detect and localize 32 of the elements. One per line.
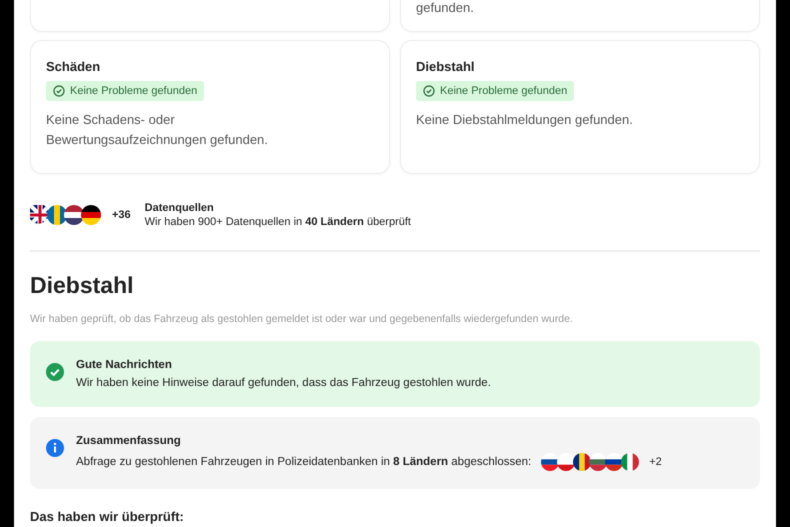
- more-count: +2: [649, 456, 662, 468]
- notice-text: Wir haben keine Hinweise darauf gefunden, dass das Fahrzeug gestohlen wurde.: [76, 377, 491, 389]
- flag-icon: [605, 453, 624, 471]
- flag-icon: [589, 453, 608, 471]
- flag-icon: [81, 205, 101, 225]
- flag-icon: [557, 453, 576, 471]
- flag-icon: [541, 453, 560, 471]
- flag-icon: [47, 205, 67, 225]
- section-title: Diebstahl: [30, 272, 135, 299]
- notice-title: Zusammenfassung: [76, 435, 182, 447]
- flag-icon: [573, 453, 592, 471]
- check-circle-icon: [53, 85, 65, 97]
- card-title: Schäden: [46, 59, 102, 74]
- check-circle-icon: [423, 85, 435, 97]
- badge-label: Keine Probleme gefunden: [440, 85, 568, 97]
- flag-icon: [64, 205, 84, 225]
- card-text: Keine Schadens- oder Bewertungsaufzeichnungen gefunden.: [46, 111, 269, 149]
- flag-icon: [30, 205, 50, 225]
- flag-icon: [621, 453, 640, 471]
- check-circle-icon: [46, 363, 64, 381]
- card-title: Diebstahl: [416, 59, 476, 74]
- more-count: +36: [112, 209, 131, 221]
- card-text: gefunden.: [416, 0, 474, 16]
- card-text: Keine Diebstahlmeldungen gefunden.: [416, 111, 634, 129]
- badge-label: Keine Probleme gefunden: [70, 85, 198, 97]
- sources-text: Wir haben 900+ Datenquellen in 40 Ländern überprüft: [144, 216, 411, 228]
- subheading: Das haben wir überprüft:: [30, 509, 185, 524]
- notice-title: Gute Nachrichten: [76, 359, 173, 371]
- section-subtitle: Wir haben geprüft, ob das Fahrzeug als gestohlen gemeldet ist oder war und gegebenenfalls wiedergefunden wurde.: [30, 313, 574, 325]
- notice-text: Abfrage zu gestohlenen Fahrzeugen in Polizeidatenbanken in 8 Ländern abgeschlossen:: [76, 456, 532, 468]
- info-icon: [46, 439, 64, 457]
- sources-title: Datenquellen: [144, 202, 215, 214]
